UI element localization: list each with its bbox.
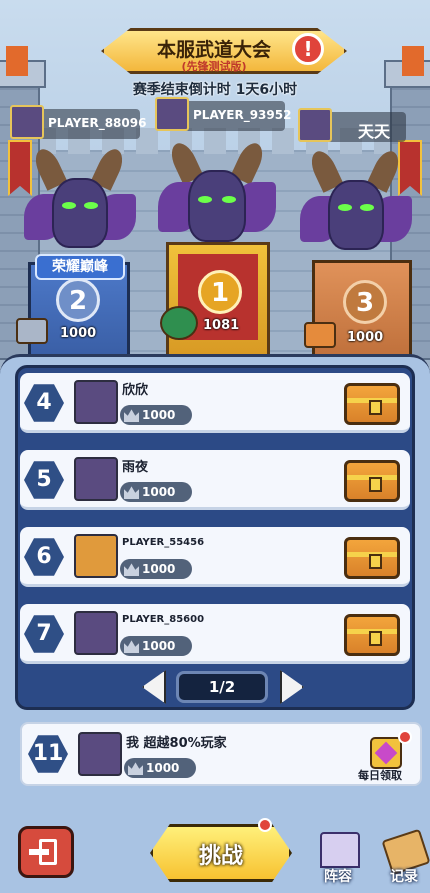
crown-icon <box>124 640 139 653</box>
gold-medal-icon: 1 <box>198 270 242 314</box>
notification-dot-icon <box>398 730 412 744</box>
crown-icon <box>128 762 143 775</box>
eye-icon <box>62 202 76 209</box>
avatar <box>10 105 44 139</box>
daily-reward-label: 每日领取 <box>358 769 402 782</box>
rank-badge: 11 <box>28 735 68 773</box>
score-value: 1000 <box>142 562 176 576</box>
exit-button[interactable] <box>18 826 74 878</box>
left-flag-icon <box>6 46 28 76</box>
podium-character-1[interactable] <box>158 139 276 252</box>
score-value: 1000 <box>146 761 180 775</box>
avatar <box>78 732 122 776</box>
castle-lineup-icon[interactable] <box>320 832 360 868</box>
avatar <box>74 534 118 578</box>
podium-character-3[interactable] <box>300 147 412 260</box>
score-value: 1000 <box>142 408 176 422</box>
avatar <box>74 380 118 424</box>
crown-reward-icon[interactable] <box>160 306 198 340</box>
notification-dot-icon <box>258 818 272 832</box>
challenge-button-label: 挑战 <box>198 844 243 869</box>
silver-medal-icon: 2 <box>56 278 100 322</box>
podium-score-3: 1000 <box>347 330 384 345</box>
season-countdown: 赛季结束倒计时 1天6小时 <box>132 82 298 98</box>
rank-badge: 4 <box>24 384 64 422</box>
treasure-chest-button[interactable] <box>344 383 400 425</box>
player-name: PLAYER_85600 <box>122 614 205 625</box>
info-alert-button[interactable]: ! <box>292 33 324 65</box>
crown-icon <box>124 563 139 576</box>
list-item[interactable]: 5 雨夜 1000 <box>20 450 410 510</box>
treasure-chest-button[interactable] <box>344 460 400 502</box>
avatar <box>155 97 189 131</box>
player-name: 欣欣 <box>122 383 149 398</box>
avatar <box>74 611 118 655</box>
score-pill: 1000 <box>124 758 196 778</box>
crown-icon <box>124 486 139 499</box>
character-body <box>328 180 384 250</box>
avatar <box>298 108 332 142</box>
lineup-button-label: 阵容 <box>324 869 352 885</box>
score-pill: 1000 <box>120 482 192 502</box>
treasure-chest-button[interactable] <box>344 537 400 579</box>
list-item[interactable]: 7 PLAYER_85600 1000 <box>20 604 410 664</box>
bronze-medal-icon: 3 <box>343 280 387 324</box>
bronze-chest-icon[interactable] <box>304 322 336 348</box>
daily-reward-button[interactable] <box>370 737 402 769</box>
score-pill: 1000 <box>120 559 192 579</box>
character-body <box>52 178 108 248</box>
page-indicator: 1/2 <box>176 671 268 703</box>
rank-badge: 6 <box>24 538 64 576</box>
score-pill: 1000 <box>120 636 192 656</box>
podium-score-2: 1000 <box>60 326 97 341</box>
top-player-plate-3[interactable]: 天天 <box>298 108 406 142</box>
top-player-plate-1[interactable]: PLAYER_93952 <box>155 97 291 131</box>
honor-peak-badge: 荣耀巅峰 <box>35 254 125 280</box>
arrow-left-icon <box>29 849 49 855</box>
right-flag-icon <box>402 46 424 76</box>
rank-badge: 7 <box>24 615 64 653</box>
score-pill: 1000 <box>120 405 192 425</box>
eye-icon <box>84 202 98 209</box>
rank-badge: 5 <box>24 461 64 499</box>
character-body <box>188 170 246 242</box>
my-rank-summary: 我 超越80%玩家 <box>126 736 227 751</box>
eye-icon <box>360 204 374 211</box>
eye-icon <box>198 196 212 203</box>
silver-chest-icon[interactable] <box>16 318 48 344</box>
podium-character-2[interactable] <box>24 145 136 258</box>
eye-icon <box>338 204 352 211</box>
records-button-label: 记录 <box>390 869 418 885</box>
list-item[interactable]: 6 PLAYER_55456 1000 <box>20 527 410 587</box>
treasure-chest-button[interactable] <box>344 614 400 656</box>
score-value: 1000 <box>142 485 176 499</box>
top-player-name: PLAYER_88096 <box>48 116 147 130</box>
player-name: 雨夜 <box>122 460 149 475</box>
score-value: 1000 <box>142 639 176 653</box>
crown-icon <box>124 409 139 422</box>
top-player-name: 天天 <box>358 122 391 141</box>
list-item[interactable]: 4 欣欣 1000 <box>20 373 410 433</box>
eye-icon <box>222 196 236 203</box>
page-subtitle: (先锋测试版) <box>181 60 247 73</box>
player-name: PLAYER_55456 <box>122 537 205 548</box>
top-player-plate-2[interactable]: PLAYER_88096 <box>10 105 146 139</box>
podium-score-1: 1081 <box>203 318 240 333</box>
top-player-name: PLAYER_93952 <box>193 108 292 122</box>
avatar <box>74 457 118 501</box>
